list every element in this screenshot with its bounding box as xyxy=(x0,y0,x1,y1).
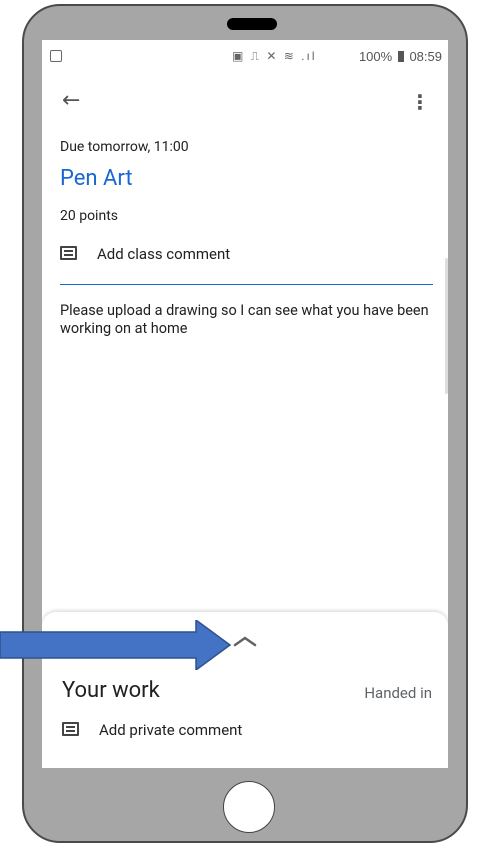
annotation-arrow-icon xyxy=(0,620,232,670)
home-button[interactable] xyxy=(223,781,275,833)
due-date: Due tomorrow, 11:00 xyxy=(60,139,189,155)
comment-icon xyxy=(60,246,77,260)
edge-panel-handle[interactable] xyxy=(445,258,448,394)
private-comment-label: Add private comment xyxy=(99,721,243,739)
back-arrow-icon[interactable]: ← xyxy=(62,88,80,113)
battery-percent: 100% xyxy=(358,49,393,64)
add-class-comment-button[interactable]: Add class comment xyxy=(60,244,440,266)
more-vert-icon[interactable]: ⋮ xyxy=(410,90,430,114)
assignment-title: Pen Art xyxy=(60,166,133,191)
top-app-bar: ← ⋮ xyxy=(42,88,448,118)
status-bar: ▣ ⎍ ✕ ≋ .ıl 100% 08:59 xyxy=(42,40,448,76)
status-right: 100% 08:59 xyxy=(359,49,442,64)
class-comment-label: Add class comment xyxy=(97,245,231,263)
your-work-heading: Your work xyxy=(62,678,160,703)
assignment-description: Please upload a drawing so I can see wha… xyxy=(60,302,429,337)
assignment-points: 20 points xyxy=(60,208,118,224)
status-icons: ▣ ⎍ ✕ ≋ .ıl xyxy=(232,49,317,63)
add-private-comment-button[interactable]: Add private comment xyxy=(62,720,442,742)
comment-icon xyxy=(62,722,79,736)
battery-icon xyxy=(397,51,404,62)
clock: 08:59 xyxy=(409,49,442,64)
notification-icon xyxy=(50,50,62,62)
phone-speaker xyxy=(227,18,277,30)
handed-in-status: Handed in xyxy=(364,684,432,702)
section-divider xyxy=(60,284,433,285)
